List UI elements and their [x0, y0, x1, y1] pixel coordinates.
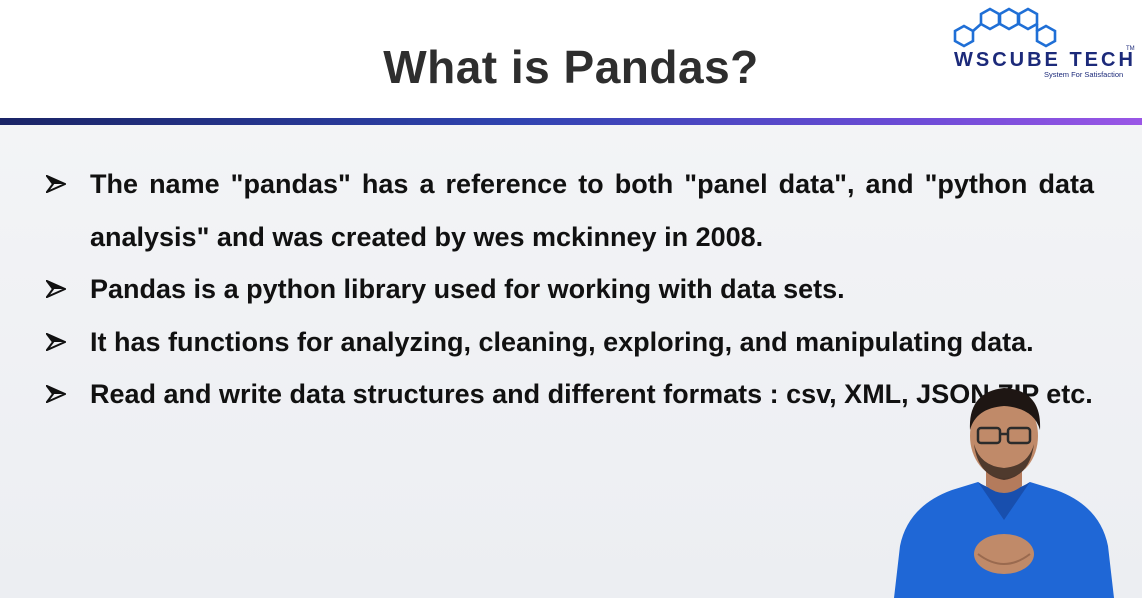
bullet-text: The name "pandas" has a reference to bot…: [90, 169, 1094, 252]
bullet-item: Pandas is a python library used for work…: [46, 263, 1094, 316]
logo-trademark: TM: [1126, 46, 1135, 52]
arrowhead-bullet-icon: [46, 332, 66, 351]
bullet-item: It has functions for analyzing, cleaning…: [46, 316, 1094, 369]
slide-header: What is Pandas? WSCUBE TECH TM System Fo…: [0, 0, 1142, 118]
arrowhead-bullet-icon: [46, 175, 66, 193]
logo-tagline: System For Satisfaction: [1044, 70, 1124, 79]
logo-wordmark: WSCUBE TECH: [954, 49, 1136, 71]
wscube-logo: WSCUBE TECH TM System For Satisfaction: [948, 6, 1138, 79]
arrowhead-bullet-icon: [46, 385, 66, 403]
hexagon-cluster-icon: [953, 7, 1057, 48]
bullet-item: The name "pandas" has a reference to bot…: [46, 158, 1094, 263]
presenter-video-overlay: [894, 388, 1114, 598]
header-divider: [0, 118, 1142, 125]
arrowhead-bullet-icon: [46, 280, 66, 298]
bullet-text: It has functions for analyzing, cleaning…: [90, 326, 1034, 357]
bullet-text: Pandas is a python library used for work…: [90, 274, 845, 304]
